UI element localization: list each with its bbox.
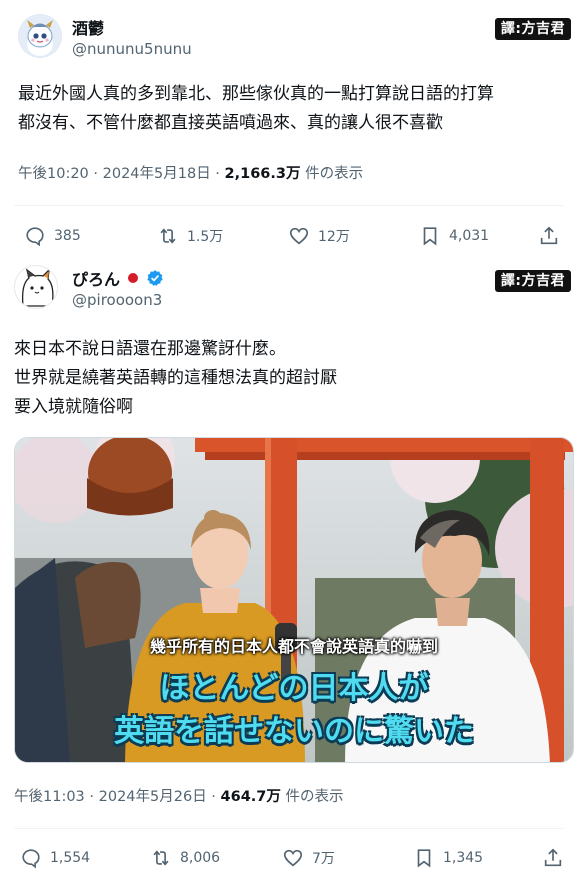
- like-button[interactable]: 7万: [282, 843, 335, 873]
- bookmark-button[interactable]: 4,031: [419, 221, 489, 251]
- post-timestamp[interactable]: 午後10:20 · 2024年5月18日 ·: [18, 166, 225, 182]
- post-meta: 午後11:03 · 2024年5月26日 · 464.7万 件の表示: [14, 785, 344, 806]
- repost-button[interactable]: 1.5万: [157, 221, 223, 251]
- dragon-avatar-icon: [18, 14, 62, 58]
- avatar[interactable]: [18, 14, 62, 58]
- post-2: ぴろん @piroooon3 譯:方吉君 來日本不說日語還在那邊驚訝什麼。 世界…: [0, 265, 577, 884]
- heart-icon: [289, 227, 309, 245]
- view-count: 464.7万: [220, 789, 281, 805]
- bookmark-button[interactable]: 1,345: [413, 843, 483, 873]
- reply-button[interactable]: 1,554: [20, 843, 90, 873]
- display-name[interactable]: ぴろん: [72, 266, 164, 290]
- like-count: 12万: [318, 229, 350, 245]
- post-text: 最近外國人真的多到靠北、那些傢伙真的一點打算說日語的打算 都沒有、不管什麼都直接…: [18, 80, 563, 138]
- like-button[interactable]: 12万: [288, 221, 350, 251]
- reply-button[interactable]: 385: [24, 221, 81, 251]
- share-icon: [540, 226, 558, 245]
- repost-icon: [153, 850, 169, 866]
- translator-watermark: 譯:方吉君: [494, 270, 571, 292]
- post-1: 酒鬱 @nununu5nunu 譯:方吉君 最近外國人真的多到靠北、那些傢伙真的…: [0, 0, 577, 265]
- post-meta: 午後10:20 · 2024年5月18日 · 2,166.3万 件の表示: [18, 162, 363, 183]
- video-subtitle-japanese-line2: 英語を話せないのに驚いた: [114, 714, 474, 749]
- video-subtitle-japanese-line1: ほとんどの日本人が: [159, 671, 429, 706]
- post-text-line: 世界就是繞著英語轉的這種想法真的超討厭: [14, 368, 337, 388]
- reply-icon: [26, 227, 44, 247]
- post-text-line: 都沒有、不管什麼都直接英語噴過來、真的讓人很不喜歡: [18, 113, 443, 133]
- like-count: 7万: [312, 851, 335, 867]
- verified-badge-icon[interactable]: [146, 269, 164, 287]
- bookmark-count: 1,345: [443, 850, 484, 866]
- view-count: 2,166.3万: [224, 166, 301, 182]
- user-handle[interactable]: @nununu5nunu: [72, 40, 192, 58]
- repost-count: 1.5万: [187, 229, 224, 245]
- translator-watermark: 譯:方吉君: [494, 18, 571, 40]
- post-timestamp[interactable]: 午後11:03 · 2024年5月26日 ·: [14, 789, 221, 805]
- japan-flag-icon: [125, 270, 141, 286]
- bookmark-icon: [417, 849, 431, 868]
- share-icon: [544, 848, 562, 867]
- repost-count: 8,006: [180, 850, 221, 866]
- post-video[interactable]: 幾乎所有的日本人都不會說英語真的嚇到 ほとんどの日本人が 英語を話せないのに驚い…: [14, 437, 574, 763]
- divider: [14, 828, 563, 829]
- heart-icon: [283, 849, 303, 867]
- view-label: 件の表示: [300, 166, 364, 182]
- display-name-text: ぴろん: [72, 270, 121, 289]
- post-text-line: 最近外國人真的多到靠北、那些傢伙真的一點打算說日語的打算: [18, 84, 494, 104]
- reply-icon: [22, 849, 40, 869]
- share-button[interactable]: [538, 221, 560, 251]
- user-handle[interactable]: @piroooon3: [72, 291, 162, 309]
- bookmark-icon: [423, 227, 437, 246]
- divider: [14, 205, 563, 206]
- repost-icon: [160, 228, 176, 244]
- view-label: 件の表示: [280, 789, 344, 805]
- display-name[interactable]: 酒鬱: [72, 15, 104, 39]
- share-button[interactable]: [542, 843, 564, 873]
- post-text: 來日本不說日語還在那邊驚訝什麼。 世界就是繞著英語轉的這種想法真的超討厭 要入境…: [14, 335, 563, 422]
- video-subtitle-chinese: 幾乎所有的日本人都不會說英語真的嚇到: [149, 637, 438, 656]
- cat-avatar-icon: [15, 266, 57, 308]
- reply-count: 385: [54, 228, 81, 244]
- action-bar: 385 1.5万 12万 4,031: [14, 221, 563, 251]
- reply-count: 1,554: [50, 850, 91, 866]
- repost-button[interactable]: 8,006: [150, 843, 220, 873]
- post-text-line: 來日本不說日語還在那邊驚訝什麼。: [14, 339, 286, 359]
- bookmark-count: 4,031: [449, 228, 490, 244]
- action-bar: 1,554 8,006 7万 1,345: [14, 843, 563, 873]
- post-text-line: 要入境就隨俗啊: [14, 397, 133, 417]
- avatar[interactable]: [14, 265, 58, 309]
